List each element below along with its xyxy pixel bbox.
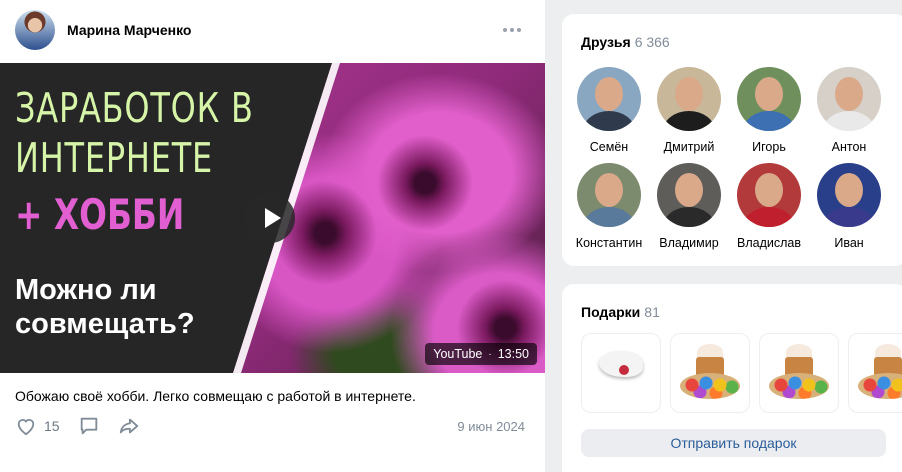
friend-item[interactable]: Игорь <box>730 67 808 154</box>
friends-count: 6 366 <box>634 34 670 50</box>
friend-avatar[interactable] <box>657 67 721 131</box>
heart-icon <box>17 419 35 436</box>
more-options-icon[interactable] <box>503 24 521 36</box>
friend-name[interactable]: Игорь <box>730 140 808 154</box>
friends-title: Друзья <box>581 34 631 50</box>
gift-item[interactable] <box>670 333 750 413</box>
friend-item[interactable]: Дмитрий <box>650 67 728 154</box>
post-text: Обожаю своё хобби. Легко совмещаю с рабо… <box>15 388 416 404</box>
friend-item[interactable]: Владислав <box>730 163 808 250</box>
video-thumbnail[interactable]: ЗАРАБОТОК В ИНТЕРНЕТЕ + ХОББИ Можно ли с… <box>0 63 545 373</box>
friend-avatar[interactable] <box>657 163 721 227</box>
gifts-header[interactable]: Подарки 81 <box>581 304 660 320</box>
post-card: Марина Марченко ЗАРАБОТОК В ИНТЕРНЕТЕ + … <box>0 0 545 472</box>
friend-avatar[interactable] <box>737 67 801 131</box>
video-title-line2: ИНТЕРНЕТЕ <box>15 134 214 182</box>
gift-item[interactable] <box>581 333 661 413</box>
send-gift-button[interactable]: Отправить подарок <box>581 429 886 457</box>
post-actions: 15 <box>15 414 158 438</box>
like-count: 15 <box>44 418 60 434</box>
gifts-title: Подарки <box>581 304 641 320</box>
friend-name[interactable]: Иван <box>810 236 888 250</box>
friend-item[interactable]: Владимир <box>650 163 728 250</box>
friend-avatar[interactable] <box>817 67 881 131</box>
comment-icon <box>80 417 97 435</box>
dove-icon <box>599 351 643 377</box>
friend-item[interactable]: Семён <box>570 67 648 154</box>
friend-item[interactable]: Константин <box>570 163 648 250</box>
share-button[interactable] <box>118 415 140 437</box>
friend-name[interactable]: Семён <box>570 140 648 154</box>
easter-cake-icon <box>670 333 750 413</box>
friend-item[interactable]: Антон <box>810 67 888 154</box>
friend-name[interactable]: Антон <box>810 140 888 154</box>
gift-item[interactable] <box>759 333 839 413</box>
video-source: YouTube <box>433 347 483 361</box>
video-title-line1: ЗАРАБОТОК В <box>15 84 254 132</box>
friend-avatar[interactable] <box>817 163 881 227</box>
friend-name[interactable]: Дмитрий <box>650 140 728 154</box>
video-subtitle: Можно ли совмещать? <box>15 273 255 341</box>
gifts-count: 81 <box>644 304 660 320</box>
comment-button[interactable] <box>78 415 100 437</box>
friends-block: Друзья 6 366 Семён Дмитрий Игорь Антон Конста… <box>562 14 902 266</box>
play-button[interactable] <box>245 193 295 243</box>
video-source-badge: YouTube · 13:50 <box>425 343 537 365</box>
easter-cake-icon <box>759 333 839 413</box>
friend-avatar[interactable] <box>737 163 801 227</box>
video-title-accent: + ХОББИ <box>15 190 185 239</box>
gifts-block: Подарки 81 Отправить подарок <box>562 284 902 472</box>
friend-item[interactable]: Иван <box>810 163 888 250</box>
friend-avatar[interactable] <box>577 67 641 131</box>
video-subtitle-line1: Можно ли <box>15 274 157 306</box>
share-icon <box>119 418 138 434</box>
friend-name[interactable]: Константин <box>570 236 648 250</box>
post-header: Марина Марченко <box>0 0 545 63</box>
badge-separator: · <box>488 348 492 360</box>
video-subtitle-line2: совмещать? <box>15 308 195 340</box>
video-title: ЗАРАБОТОК В ИНТЕРНЕТЕ <box>15 83 272 183</box>
easter-cake-icon <box>848 333 902 413</box>
friend-name[interactable]: Владислав <box>730 236 808 250</box>
post-date[interactable]: 9 июн 2024 <box>457 419 525 434</box>
friend-name[interactable]: Владимир <box>650 236 728 250</box>
friends-header[interactable]: Друзья 6 366 <box>581 34 670 50</box>
gift-item[interactable] <box>848 333 902 413</box>
video-duration: 13:50 <box>497 347 529 361</box>
author-avatar[interactable] <box>15 10 55 50</box>
like-button[interactable]: 15 <box>15 416 60 436</box>
friend-avatar[interactable] <box>577 163 641 227</box>
author-name[interactable]: Марина Марченко <box>67 22 191 38</box>
